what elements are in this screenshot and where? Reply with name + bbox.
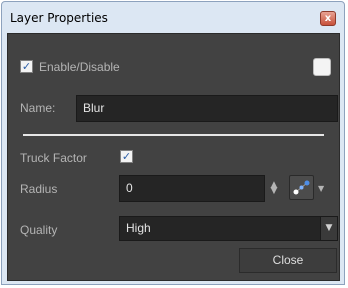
radius-input[interactable]: 0 <box>119 175 265 202</box>
quality-select[interactable]: High <box>119 216 338 241</box>
divider <box>23 134 324 136</box>
checkmark-icon: ✓ <box>21 60 32 73</box>
quality-value: High <box>126 221 151 235</box>
titlebar[interactable]: Layer Properties x <box>2 2 344 34</box>
close-button[interactable]: Close <box>239 248 337 273</box>
close-icon: x <box>324 13 332 24</box>
color-swatch-button[interactable] <box>313 58 331 76</box>
radius-label: Radius <box>20 182 58 196</box>
checkmark-icon: ✓ <box>121 150 132 163</box>
function-editor-button[interactable] <box>289 175 314 200</box>
quality-dropdown-arrow[interactable]: ▼ <box>320 217 337 240</box>
truck-factor-checkbox[interactable]: ✓ <box>120 150 133 163</box>
name-label: Name: <box>20 101 56 115</box>
chevron-down-icon[interactable]: ▼ <box>318 184 324 193</box>
truck-factor-label: Truck Factor <box>20 151 87 165</box>
window-title: Layer Properties <box>10 11 108 25</box>
enable-label: Enable/Disable <box>39 60 120 74</box>
spin-down-icon[interactable]: ▼ <box>270 187 278 196</box>
layer-properties-window: Layer Properties x ✓ Enable/Disable Name… <box>1 1 345 285</box>
properties-panel: ✓ Enable/Disable Name: Blur Truck Factor… <box>7 33 340 281</box>
enable-checkbox[interactable]: ✓ <box>20 60 33 73</box>
window-close-button[interactable]: x <box>320 11 336 26</box>
quality-label: Quality <box>20 223 58 237</box>
chevron-down-icon: ▼ <box>325 223 333 233</box>
radius-spinner[interactable]: ▲ ▼ <box>270 181 278 196</box>
name-input[interactable]: Blur <box>76 95 338 122</box>
curve-icon <box>293 180 310 195</box>
